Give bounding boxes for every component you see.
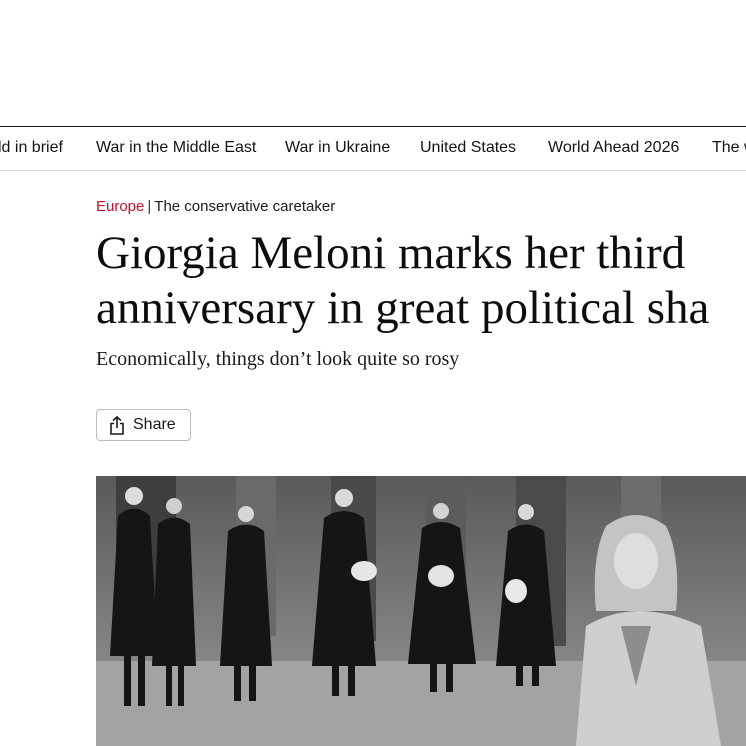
hero-photo <box>96 476 746 746</box>
nav-item-world-ahead-2026[interactable]: World Ahead 2026 <box>548 139 679 157</box>
share-button[interactable]: Share <box>96 409 191 441</box>
nav-item-world-in-brief[interactable]: ld in brief <box>0 139 63 157</box>
headline: Giorgia Meloni marks her third anniversa… <box>96 226 746 336</box>
section-link[interactable]: Europe <box>96 198 144 215</box>
headline-line-1: Giorgia Meloni marks her third <box>96 227 686 279</box>
nav-item-united-states[interactable]: United States <box>420 139 516 157</box>
flytitle: The conservative caretaker <box>154 198 336 215</box>
nav-item-war-ukraine[interactable]: War in Ukraine <box>285 139 390 157</box>
share-icon <box>109 415 125 435</box>
share-label: Share <box>133 416 176 433</box>
headline-line-2: anniversary in great political sha <box>96 282 710 334</box>
topic-nav-bar: ld in brief War in the Middle East War i… <box>0 126 746 171</box>
article-kicker: Europe | The conservative caretaker <box>96 198 335 215</box>
nav-item-the-w[interactable]: The w <box>712 139 746 157</box>
subheadline: Economically, things don’t look quite so… <box>96 348 460 370</box>
nav-item-war-middle-east[interactable]: War in the Middle East <box>96 139 256 157</box>
kicker-separator: | <box>147 198 152 215</box>
masthead-area <box>0 0 746 126</box>
